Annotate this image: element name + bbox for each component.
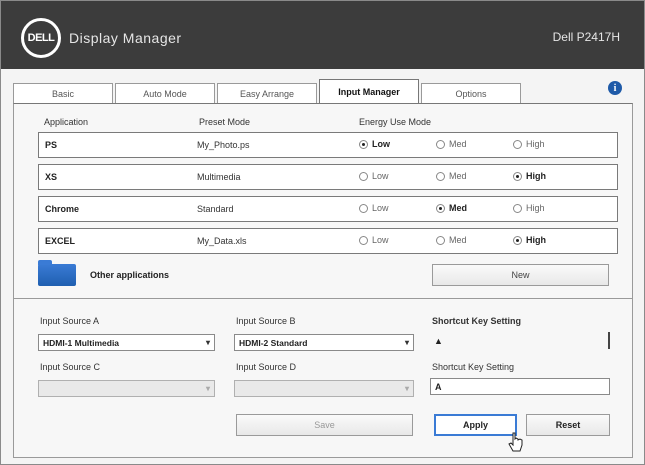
radio-dot [359, 139, 368, 149]
hand-cursor-icon [508, 432, 523, 452]
application-list: PS My_Photo.ps Low Med High XS Multimedi… [38, 132, 618, 260]
input-source-c-label: Input Source C [40, 362, 101, 372]
radio-dot [436, 203, 445, 213]
app-window: DELL Display Manager Dell P2417H Basic A… [0, 0, 645, 465]
input-source-b-label: Input Source B [236, 316, 296, 326]
preset-mode: Multimedia [197, 172, 241, 182]
tab-basic[interactable]: Basic [13, 83, 113, 103]
radio-label: Low [372, 139, 390, 149]
app-name: Chrome [45, 204, 80, 214]
radio-label: Med [449, 171, 467, 181]
select-value: HDMI-2 Standard [239, 337, 308, 348]
radio-label: Low [372, 203, 389, 213]
shortcut-key-label-2: Shortcut Key Setting [432, 362, 515, 372]
app-name: XS [45, 172, 58, 182]
radio-dot [359, 235, 368, 245]
radio-label: High [526, 235, 546, 245]
radio-low[interactable]: Low [359, 235, 436, 245]
input-source-d-select[interactable]: ▾ [234, 380, 414, 397]
radio-label: High [526, 139, 545, 149]
radio-dot [436, 171, 445, 181]
input-source-a-label: Input Source A [40, 316, 100, 326]
radio-med[interactable]: Med [436, 171, 513, 181]
radio-dot [513, 235, 522, 245]
tab-bar: Basic Auto Mode Easy Arrange Input Manag… [13, 79, 603, 103]
save-button[interactable]: Save [236, 414, 413, 436]
radio-high[interactable]: High [513, 235, 590, 245]
other-applications[interactable]: Other applications [38, 260, 170, 286]
radio-label: Low [372, 235, 389, 245]
reset-button[interactable]: Reset [526, 414, 610, 436]
preset-mode: My_Photo.ps [197, 140, 250, 150]
input-source-b-select[interactable]: HDMI-2 Standard ▾ [234, 334, 414, 351]
radio-label: High [526, 203, 545, 213]
tab-auto-mode[interactable]: Auto Mode [115, 83, 215, 103]
radio-label: Med [449, 203, 467, 213]
input-source-a-select[interactable]: HDMI-1 Multimedia ▾ [38, 334, 215, 351]
radio-label: Med [449, 235, 467, 245]
radio-low[interactable]: Low [359, 139, 436, 149]
radio-high[interactable]: High [513, 203, 590, 213]
radio-dot [513, 139, 522, 149]
radio-high[interactable]: High [513, 139, 590, 149]
energy-radio-group: Low Med High [359, 203, 590, 213]
energy-radio-group: Low Med High [359, 235, 590, 245]
select-value: HDMI-1 Multimedia [43, 337, 120, 348]
energy-radio-group: Low Med High [359, 171, 590, 181]
chevron-down-icon: ▾ [404, 384, 409, 393]
tab-panel: Application Preset Mode Energy Use Mode … [13, 103, 633, 458]
info-icon[interactable]: i [608, 81, 622, 95]
app-title: Display Manager [69, 30, 182, 46]
energy-radio-group: Low Med High [359, 139, 590, 149]
apply-button[interactable]: Apply [434, 414, 517, 436]
shortcut-key-label: Shortcut Key Setting [432, 316, 522, 326]
column-header-energy: Energy Use Mode [359, 117, 432, 127]
radio-med[interactable]: Med [436, 139, 513, 149]
preset-mode: My_Data.xls [197, 236, 247, 246]
radio-label: Med [449, 139, 467, 149]
radio-dot [513, 171, 522, 181]
folder-icon [38, 260, 76, 286]
radio-low[interactable]: Low [359, 203, 436, 213]
shortcut-key-bar [608, 332, 610, 349]
chevron-down-icon: ▾ [205, 384, 210, 393]
list-item[interactable]: XS Multimedia Low Med High [38, 164, 618, 190]
monitor-model: Dell P2417H [552, 30, 620, 44]
chevron-down-icon: ▾ [205, 338, 210, 347]
new-button[interactable]: New [432, 264, 609, 286]
column-header-application: Application [44, 117, 89, 127]
radio-low[interactable]: Low [359, 171, 436, 181]
title-bar: DELL Display Manager Dell P2417H [1, 1, 644, 69]
radio-label: High [526, 171, 546, 181]
input-source-d-label: Input Source D [236, 362, 297, 372]
app-name: EXCEL [45, 236, 76, 246]
shortcut-key-input[interactable]: A [430, 378, 610, 395]
radio-high[interactable]: High [513, 171, 590, 181]
app-name: PS [45, 140, 58, 150]
dell-logo: DELL [21, 18, 61, 58]
radio-label: Low [372, 171, 389, 181]
radio-dot [359, 203, 368, 213]
radio-dot [436, 139, 445, 149]
list-item[interactable]: EXCEL My_Data.xls Low Med High [38, 228, 618, 254]
radio-dot [436, 235, 445, 245]
other-applications-label: Other applications [90, 270, 170, 280]
input-source-c-select[interactable]: ▾ [38, 380, 215, 397]
tab-options[interactable]: Options [421, 83, 521, 103]
tab-easy-arrange[interactable]: Easy Arrange [217, 83, 317, 103]
radio-dot [359, 171, 368, 181]
radio-dot [513, 203, 522, 213]
radio-med[interactable]: Med [436, 235, 513, 245]
section-divider [14, 298, 632, 299]
list-item[interactable]: PS My_Photo.ps Low Med High [38, 132, 618, 158]
preset-mode: Standard [197, 204, 234, 214]
tab-input-manager[interactable]: Input Manager [319, 79, 419, 103]
column-header-preset: Preset Mode [199, 117, 251, 127]
radio-med[interactable]: Med [436, 203, 513, 213]
chevron-down-icon: ▾ [404, 338, 409, 347]
list-item[interactable]: Chrome Standard Low Med High [38, 196, 618, 222]
shortcut-key-display: ▲ [434, 335, 443, 346]
